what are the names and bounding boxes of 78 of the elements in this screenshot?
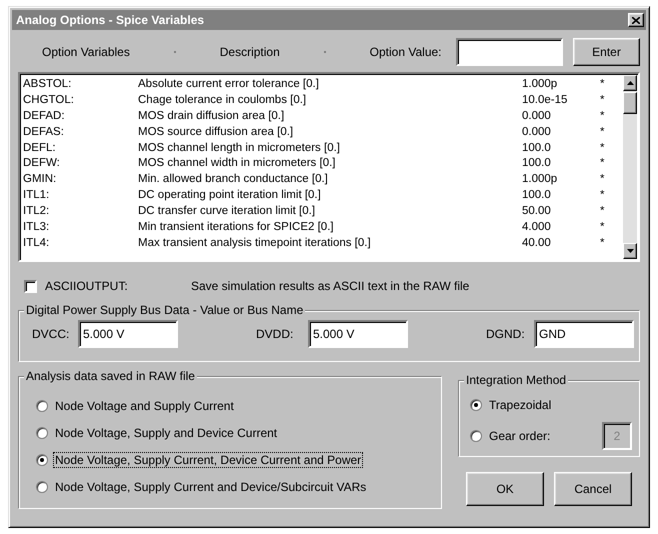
- checkbox[interactable]: [24, 280, 37, 292]
- flag-label: *: [600, 77, 606, 92]
- radio-button[interactable]: Node Voltage, Supply and Device Current: [36, 424, 442, 442]
- checkbox-label[interactable]: ASCIIOUTPUT:: [45, 279, 185, 293]
- group-title: Analysis data saved in RAW file: [26, 369, 195, 383]
- option-value: 100.0: [522, 156, 552, 172]
- option-description: Min. allowed branch conductance [0.]: [138, 172, 329, 188]
- column-label: Option Value:: [370, 45, 442, 59]
- option-description: DC operating point iteration limit [0.]: [138, 188, 322, 204]
- radio-button[interactable]: Gear order:: [470, 428, 552, 444]
- field-label: DGND:: [486, 327, 526, 341]
- flag-label: *: [600, 220, 606, 236]
- flag-label: *: [600, 124, 606, 140]
- option-name[interactable]: DEFW:: [23, 155, 138, 172]
- option-description: Chage tolerance in coulombs [0.]: [138, 92, 308, 108]
- radio-button[interactable]: Node Voltage and Supply Current: [36, 397, 442, 415]
- flag-label: *: [600, 140, 606, 156]
- radio-button[interactable]: Trapezoidal: [470, 394, 632, 416]
- option-description: Max transient analysis timepoint iterations [0.]: [138, 236, 372, 251]
- field-label: DVDD:: [256, 327, 294, 341]
- up-arrow-icon: [626, 81, 634, 85]
- flag-label: *: [600, 236, 606, 251]
- flag-label: *: [600, 156, 606, 172]
- flag-label: *: [600, 108, 606, 124]
- input-field[interactable]: 5.000 V: [78, 320, 178, 348]
- option-name[interactable]: DEFL:: [23, 140, 138, 156]
- enter-button[interactable]: Enter: [573, 38, 640, 66]
- option-name[interactable]: GMIN:: [23, 171, 138, 188]
- field-label: DVCC:: [32, 327, 70, 341]
- option-description: Save simulation results as ASCII text in the RAW file: [191, 279, 470, 293]
- option-value: 10.0e-15: [522, 92, 568, 108]
- option-description: MOS source diffusion area [0.]: [138, 124, 294, 140]
- dialog-button[interactable]: Cancel: [554, 472, 632, 506]
- input-field: 2: [602, 422, 632, 450]
- option-value: 100.0: [522, 188, 552, 204]
- scroll-thumb[interactable]: [623, 92, 637, 114]
- option-name[interactable]: DEFAS:: [23, 124, 138, 140]
- column-label: Option Variables: [42, 45, 130, 59]
- down-arrow-icon: [626, 249, 634, 253]
- option-name[interactable]: ITL2:: [23, 203, 138, 220]
- option-name[interactable]: ITL3:: [23, 219, 138, 236]
- option-value: 100.0: [522, 140, 552, 156]
- window-title: Analog Options - Spice Variables: [16, 13, 204, 27]
- scrollbar[interactable]: [623, 75, 637, 259]
- option-value: 1.000p: [522, 172, 558, 188]
- option-name[interactable]: ITL1:: [23, 187, 138, 204]
- close-button[interactable]: [628, 13, 644, 27]
- scroll-down-button[interactable]: [623, 243, 637, 259]
- flag-label: *: [600, 92, 606, 108]
- option-description: MOS drain diffusion area [0.]: [138, 108, 286, 124]
- close-icon: [632, 16, 640, 24]
- column-label: Description: [220, 45, 280, 59]
- radio-button[interactable]: Node Voltage, Supply Current and Device/Subcircuit VARs: [36, 478, 442, 496]
- option-value: 40.00: [522, 236, 552, 251]
- input-field[interactable]: GND: [534, 320, 634, 348]
- option-description: Min transient iterations for SPICE2 [0.]: [138, 220, 335, 236]
- option-value: 0.000: [522, 124, 552, 140]
- option-description: Absolute current error tolerance [0.]: [138, 77, 320, 92]
- flag-label: *: [600, 188, 606, 204]
- option-description: DC transfer curve iteration limit [0.]: [138, 204, 316, 220]
- option-value: 4.000: [522, 220, 552, 236]
- group-title: Digital Power Supply Bus Data - Value or Bus Name: [26, 303, 304, 317]
- option-description: MOS channel length in micrometers [0.]: [138, 140, 341, 156]
- option-description: MOS channel width in micrometers [0.]: [138, 156, 336, 172]
- input-field[interactable]: 5.000 V: [308, 320, 408, 348]
- flag-label: *: [600, 172, 606, 188]
- option-value: 0.000: [522, 108, 552, 124]
- option-value: 1.000p: [522, 77, 558, 92]
- option-name[interactable]: ABSTOL:: [23, 76, 138, 92]
- option-name[interactable]: DEFAD:: [23, 108, 138, 124]
- scroll-up-button[interactable]: [623, 75, 637, 91]
- flag-label: *: [600, 204, 606, 220]
- option-value: 50.00: [522, 204, 552, 220]
- dialog-button[interactable]: OK: [466, 472, 544, 506]
- option-name[interactable]: ITL4:: [23, 234, 138, 251]
- group-title: Integration Method: [466, 373, 566, 387]
- option-value-field[interactable]: [456, 38, 563, 66]
- option-name[interactable]: CHGTOL:: [23, 92, 138, 108]
